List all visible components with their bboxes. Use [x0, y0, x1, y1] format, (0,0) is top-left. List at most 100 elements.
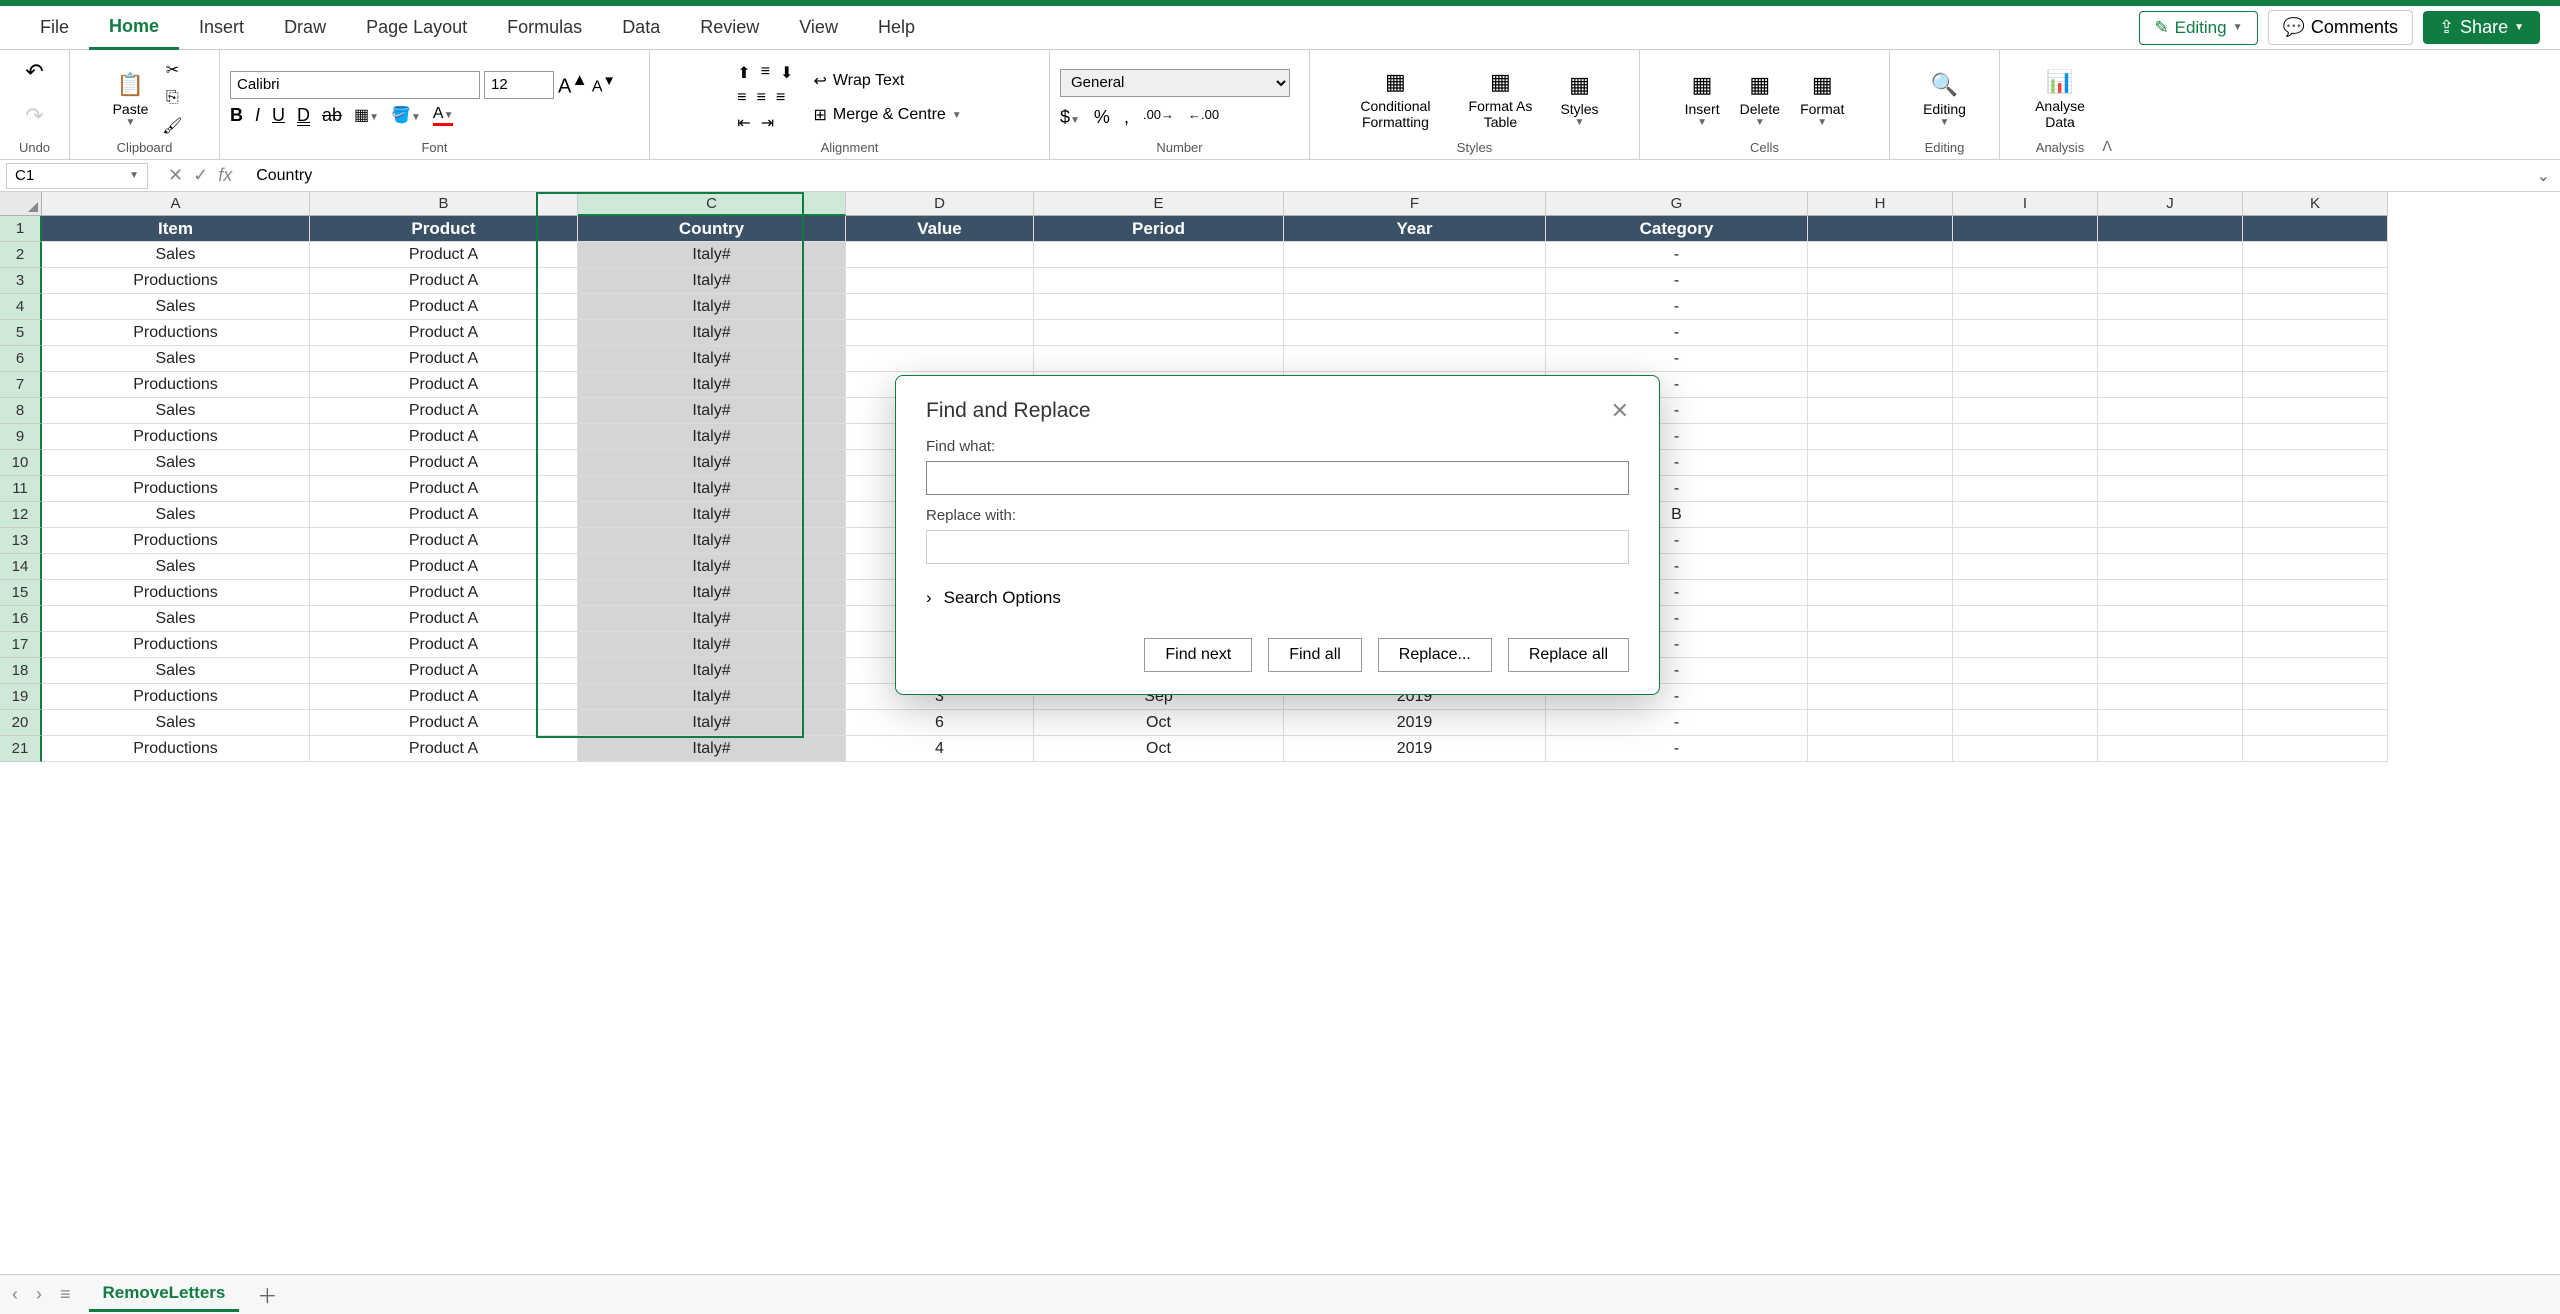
cell[interactable] — [1953, 242, 2098, 268]
cell[interactable]: 2019 — [1284, 736, 1546, 762]
cell[interactable]: - — [1546, 736, 1808, 762]
fx-icon[interactable]: fx — [218, 165, 232, 186]
cell[interactable] — [2243, 658, 2388, 684]
cell[interactable] — [2098, 372, 2243, 398]
cancel-icon[interactable]: ✕ — [168, 165, 183, 186]
sheet-prev-icon[interactable]: ‹ — [12, 1284, 18, 1305]
cell[interactable] — [1953, 580, 2098, 606]
cell[interactable] — [1808, 320, 1953, 346]
cell[interactable] — [2098, 606, 2243, 632]
cell[interactable] — [1953, 528, 2098, 554]
cell[interactable] — [1034, 294, 1284, 320]
cell[interactable]: - — [1546, 242, 1808, 268]
cell[interactable]: Italy# — [578, 632, 846, 658]
decrease-indent-icon[interactable]: ⇤ — [737, 113, 750, 133]
sheet-list-icon[interactable]: ≡ — [60, 1284, 71, 1305]
cell[interactable] — [1953, 554, 2098, 580]
align-bottom-icon[interactable]: ⬇ — [780, 63, 793, 83]
cell[interactable]: Sales — [42, 658, 310, 684]
cell[interactable] — [1953, 684, 2098, 710]
increase-decimal-button[interactable]: .00→ — [1143, 107, 1174, 128]
editing-button[interactable]: 🔍 Editing ▼ — [1917, 67, 1972, 130]
cell[interactable] — [2098, 502, 2243, 528]
cell[interactable] — [1808, 606, 1953, 632]
expand-formula-icon[interactable]: ⌄ — [2527, 166, 2560, 186]
cell[interactable] — [2243, 736, 2388, 762]
fill-color-button[interactable]: 🪣▼ — [391, 105, 421, 125]
column-header[interactable]: H — [1808, 192, 1953, 216]
cell[interactable] — [1953, 476, 2098, 502]
cell[interactable] — [2098, 268, 2243, 294]
find-all-button[interactable]: Find all — [1268, 638, 1362, 672]
underline-button[interactable]: U — [272, 105, 285, 126]
comments-button[interactable]: 💬 Comments — [2268, 10, 2413, 45]
find-what-input[interactable] — [926, 461, 1629, 495]
cell[interactable] — [2243, 710, 2388, 736]
header-cell[interactable]: Category — [1546, 216, 1808, 242]
menu-tab-insert[interactable]: Insert — [179, 7, 264, 48]
cell[interactable]: Italy# — [578, 502, 846, 528]
row-header[interactable]: 21 — [0, 736, 42, 762]
cell[interactable]: Italy# — [578, 372, 846, 398]
cell[interactable]: Product A — [310, 398, 578, 424]
cell[interactable] — [1034, 346, 1284, 372]
cell[interactable]: Italy# — [578, 242, 846, 268]
cell[interactable] — [2243, 528, 2388, 554]
cell[interactable]: - — [1546, 294, 1808, 320]
cell[interactable] — [1808, 346, 1953, 372]
cell[interactable] — [1808, 736, 1953, 762]
cell[interactable] — [2098, 294, 2243, 320]
align-middle-icon[interactable]: ≡ — [761, 63, 770, 83]
copy-icon[interactable]: ⎘ — [162, 88, 182, 108]
cell[interactable]: Product A — [310, 476, 578, 502]
header-cell[interactable] — [2243, 216, 2388, 242]
italic-button[interactable]: I — [255, 105, 260, 126]
cell[interactable] — [2243, 424, 2388, 450]
row-header[interactable]: 6 — [0, 346, 42, 372]
cell[interactable] — [2243, 398, 2388, 424]
delete-cells-button[interactable]: ▦ Delete ▼ — [1734, 67, 1786, 130]
replace-button[interactable]: Replace... — [1378, 638, 1492, 672]
header-cell[interactable]: Period — [1034, 216, 1284, 242]
align-right-icon[interactable]: ≡ — [776, 89, 785, 107]
header-cell[interactable]: Year — [1284, 216, 1546, 242]
font-color-button[interactable]: A▼ — [433, 105, 454, 126]
cell[interactable]: Product A — [310, 658, 578, 684]
cell[interactable] — [2098, 658, 2243, 684]
cell[interactable] — [2243, 268, 2388, 294]
cell[interactable] — [2098, 528, 2243, 554]
cell[interactable]: Product A — [310, 632, 578, 658]
cell[interactable]: Italy# — [578, 268, 846, 294]
increase-indent-icon[interactable]: ⇥ — [761, 113, 774, 133]
header-cell[interactable] — [2098, 216, 2243, 242]
replace-all-button[interactable]: Replace all — [1508, 638, 1629, 672]
cell[interactable]: 6 — [846, 710, 1034, 736]
cell[interactable]: Product A — [310, 372, 578, 398]
cell[interactable] — [1284, 268, 1546, 294]
cell[interactable]: Product A — [310, 502, 578, 528]
cell[interactable]: Product A — [310, 684, 578, 710]
bold-button[interactable]: B — [230, 105, 243, 126]
cell[interactable] — [2243, 346, 2388, 372]
menu-tab-home[interactable]: Home — [89, 6, 179, 50]
cell[interactable]: Product A — [310, 320, 578, 346]
row-header[interactable]: 18 — [0, 658, 42, 684]
cell[interactable] — [846, 294, 1034, 320]
cell[interactable] — [1953, 450, 2098, 476]
percent-button[interactable]: % — [1094, 107, 1110, 128]
cell[interactable]: Italy# — [578, 320, 846, 346]
format-as-table-button[interactable]: ▦ Format As Table — [1454, 64, 1546, 132]
borders-button[interactable]: ▦▼ — [354, 105, 379, 125]
cell[interactable] — [2098, 450, 2243, 476]
row-header[interactable]: 15 — [0, 580, 42, 606]
cell[interactable] — [1808, 502, 1953, 528]
cell[interactable] — [1953, 372, 2098, 398]
replace-with-input[interactable] — [926, 530, 1629, 564]
cell[interactable] — [1953, 710, 2098, 736]
cell[interactable]: Productions — [42, 268, 310, 294]
editing-mode-button[interactable]: ✎ Editing ▼ — [2139, 11, 2257, 45]
cell[interactable] — [2098, 632, 2243, 658]
cell[interactable]: Productions — [42, 580, 310, 606]
cell[interactable]: Oct — [1034, 710, 1284, 736]
column-header[interactable]: G — [1546, 192, 1808, 216]
